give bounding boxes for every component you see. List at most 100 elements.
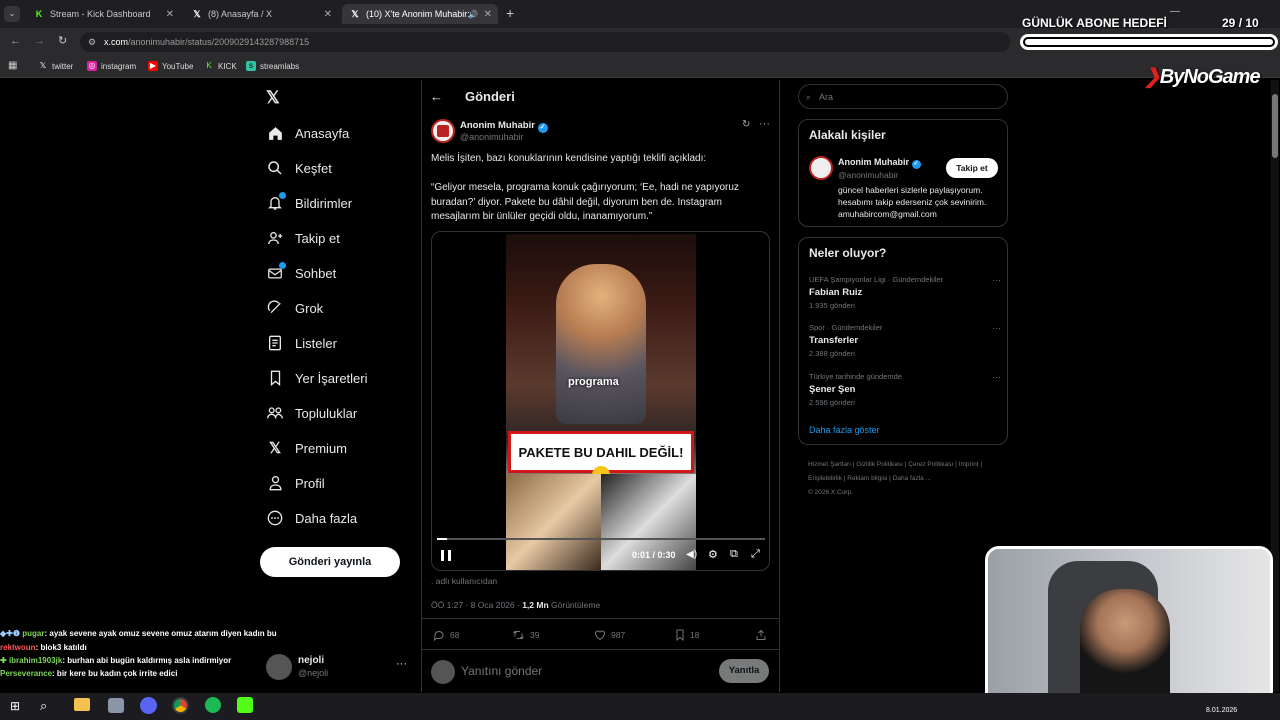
settings-icon[interactable]: ⚙	[708, 548, 718, 561]
trend-count: 2.388 gönderi	[809, 349, 855, 358]
pip-icon[interactable]: ⧉	[730, 548, 738, 561]
app-icon[interactable]	[108, 698, 124, 713]
volume-icon[interactable]: ◀)	[686, 549, 697, 560]
nav-profile[interactable]: Profil	[266, 473, 325, 493]
footer-link[interactable]: Daha fazla ...	[893, 475, 931, 482]
reply-submit-button[interactable]: Yanıtla	[719, 659, 769, 683]
bookmark-twitter[interactable]: 𝕏twitter	[38, 61, 74, 71]
bookmark-streamlabs[interactable]: s streamlabs	[246, 61, 299, 71]
footer-link[interactable]: Gizlilik Politikası	[856, 461, 903, 468]
apps-grid-icon[interactable]: ▦	[8, 60, 17, 71]
more-icon[interactable]: ···	[992, 323, 1001, 333]
chat-text: : blok3 katıldı	[35, 643, 87, 652]
tab-kick-dashboard[interactable]: K Stream - Kick Dashboard ✕	[26, 4, 180, 24]
author-handle[interactable]: @anonimuhabir	[460, 132, 524, 142]
bookmark-label: streamlabs	[260, 61, 300, 71]
footer-link[interactable]: Erişilebilirlik	[808, 475, 842, 482]
url-field[interactable]: ⚙ x.com/anonimuhabir/status/200902914328…	[80, 32, 1010, 52]
bookmark-button[interactable]: 18	[675, 629, 699, 641]
footer-link[interactable]: Reklam bilgisi	[847, 475, 887, 482]
trend-meta: Türkiye tarihinde gündemde	[809, 372, 902, 381]
nav-follow[interactable]: Takip et	[266, 228, 340, 248]
attribution[interactable]: . adlı kullanıcıdan	[431, 576, 497, 586]
more-icon[interactable]: ···	[396, 658, 407, 670]
related-avatar[interactable]	[809, 156, 833, 180]
more-icon[interactable]: ···	[992, 275, 1001, 285]
taskbar-date: 8.01.2026	[1206, 707, 1238, 714]
video-progress-track[interactable]	[437, 538, 765, 540]
speaker-icon[interactable]: 🔊	[468, 10, 478, 19]
spotify-icon[interactable]	[205, 697, 221, 713]
kick-app-icon[interactable]	[237, 697, 253, 713]
back-icon[interactable]: ←	[10, 35, 21, 47]
nav-chat[interactable]: Sohbet	[266, 262, 336, 283]
tab-list-button[interactable]: ⌄	[4, 6, 20, 22]
home-icon	[266, 124, 284, 142]
close-icon[interactable]: ✕	[324, 9, 332, 20]
forward-icon[interactable]: →	[34, 35, 45, 47]
discord-icon[interactable]	[140, 697, 157, 714]
instagram-icon: ◎	[87, 61, 97, 71]
chat-text: : burhan abi bugün kaldırmış asla indirm…	[62, 656, 232, 665]
chrome-icon[interactable]	[172, 697, 189, 714]
footer-link[interactable]: Çerez Politikası	[908, 461, 953, 468]
footer-link[interactable]: Hizmet Şartları	[808, 461, 851, 468]
footer-link[interactable]: Imprint	[959, 461, 979, 468]
nav-label: Listeler	[295, 335, 337, 351]
bookmark-kick[interactable]: K KICK	[204, 61, 236, 71]
avatar-emblem-icon	[437, 125, 449, 137]
related-name[interactable]: Anonim Muhabir ✓	[838, 157, 921, 169]
kick-icon: K	[206, 61, 212, 70]
post-timestamp[interactable]: ÖÖ 1:27 · 8 Oca 2026 ·	[431, 600, 520, 610]
close-icon[interactable]: ✕	[484, 9, 492, 20]
nav-bookmarks[interactable]: Yer İşaretleri	[266, 368, 368, 388]
x-logo-icon[interactable]: 𝕏	[266, 88, 280, 108]
repost-button[interactable]: 39	[512, 629, 539, 641]
search-input[interactable]: ⌕ Ara	[798, 84, 1008, 109]
nav-notifications[interactable]: Bildirimler	[266, 192, 353, 213]
more-icon[interactable]: ···	[992, 372, 1001, 382]
bookmark-instagram[interactable]: ◎ instagram	[87, 61, 136, 71]
nav-grok[interactable]: Grok	[266, 298, 323, 318]
view-label: Görüntüleme	[551, 600, 601, 610]
reply-input[interactable]: Yanıtını gönder	[461, 664, 701, 678]
follow-button[interactable]: Takip et	[946, 158, 998, 178]
windows-start-icon[interactable]: ⊞	[10, 699, 20, 713]
more-icon[interactable]: ···	[759, 118, 770, 130]
nav-communities[interactable]: Topluluklar	[266, 403, 357, 423]
new-tab-button[interactable]: +	[506, 5, 514, 21]
show-more-link[interactable]: Daha fazla göster	[809, 425, 880, 435]
tab-x-home[interactable]: 𝕏 (8) Anasayfa / X ✕	[184, 4, 338, 24]
nav-lists[interactable]: Listeler	[266, 333, 337, 353]
scrollbar-thumb[interactable]	[1272, 94, 1278, 158]
related-handle[interactable]: @anonimuhabir	[838, 170, 898, 180]
tab-x-post[interactable]: 𝕏 (10) X'te Anonim Muhabir: 🔊 ✕	[342, 4, 498, 24]
author-avatar[interactable]	[431, 119, 455, 143]
close-icon[interactable]: ✕	[166, 9, 174, 20]
trend-item[interactable]: UEFA Şampiyonlar Ligi · Gündemdekiler Fa…	[809, 275, 1001, 310]
like-button[interactable]: 987	[594, 629, 625, 641]
nav-label: Profil	[295, 475, 325, 491]
reload-icon[interactable]: ↻	[58, 34, 67, 47]
trend-item[interactable]: Spor · Gündemdekiler Transferler 2.388 g…	[809, 323, 1001, 358]
search-icon[interactable]: ⌕	[40, 698, 47, 714]
reply-button[interactable]: 68	[433, 629, 459, 641]
site-info-icon[interactable]: ⚙	[88, 32, 96, 52]
fullscreen-icon[interactable]: ⤢	[751, 548, 760, 561]
nav-label: Bildirimler	[295, 195, 353, 211]
share-button[interactable]	[755, 629, 772, 641]
bookmark-label: YouTube	[162, 61, 194, 71]
video-player[interactable]: programa PAKETE BU DAHIL DEĞİL! 0:01 / 0…	[431, 231, 770, 571]
nav-premium[interactable]: 𝕏 Premium	[266, 438, 347, 458]
nav-more[interactable]: Daha fazla	[266, 508, 357, 528]
nav-explore[interactable]: Keşfet	[266, 158, 332, 178]
nav-home[interactable]: Anasayfa	[266, 123, 349, 143]
bookmark-youtube[interactable]: ▶ YouTube	[148, 61, 193, 71]
grok-icon[interactable]: ↻	[742, 119, 750, 130]
post-button[interactable]: Gönderi yayınla	[260, 547, 400, 577]
webcam-overlay	[985, 546, 1273, 706]
pause-icon[interactable]	[441, 550, 451, 561]
back-arrow-icon[interactable]: ←	[430, 89, 443, 104]
file-explorer-icon[interactable]	[74, 698, 90, 711]
trend-item[interactable]: Türkiye tarihinde gündemde Şener Şen 2.5…	[809, 372, 1001, 407]
